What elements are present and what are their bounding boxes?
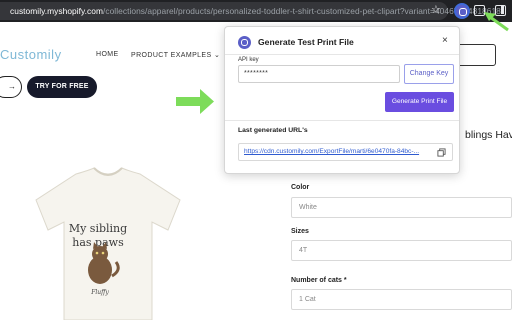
arrow-button[interactable]: →: [0, 76, 22, 98]
product-image: My sibling has paws Fluffy: [35, 167, 181, 320]
address-bar[interactable]: customily.myshopify.com/collections/appa…: [0, 2, 501, 20]
cats-label: Number of cats *: [291, 277, 347, 284]
green-arrow-left: [176, 89, 214, 114]
divider: [225, 120, 459, 121]
divider: [225, 54, 459, 55]
nav-home[interactable]: HOME: [96, 51, 119, 58]
customily-extension-icon[interactable]: [454, 3, 470, 19]
address-bar-text: customily.myshopify.com/collections/appa…: [10, 6, 501, 16]
close-icon[interactable]: ×: [442, 35, 448, 46]
chevron-down-icon: ⌄: [213, 52, 221, 59]
last-generated-label: Last generated URL's: [238, 127, 308, 134]
puzzle-icon[interactable]: [474, 5, 485, 16]
api-key-input[interactable]: ********: [238, 65, 400, 83]
generate-print-file-button[interactable]: Generate Print File: [385, 92, 454, 112]
store-logo[interactable]: Customily: [0, 47, 62, 62]
last-url-box: https://cdn.customily.com/ExportFile/mar…: [238, 143, 453, 161]
sizes-select[interactable]: 4T: [291, 240, 512, 261]
change-key-button[interactable]: Change Key: [404, 64, 454, 84]
browser-toolbar: customily.myshopify.com/collections/appa…: [0, 0, 512, 22]
search-field[interactable]: [454, 44, 496, 66]
color-label: Color: [291, 184, 310, 191]
side-panel-icon[interactable]: [495, 5, 506, 16]
shirt-text-line1: My sibling: [69, 222, 127, 235]
last-generated-url-link[interactable]: https://cdn.customily.com/ExportFile/mar…: [244, 148, 430, 155]
copy-icon[interactable]: [437, 148, 446, 157]
product-title: blings Have: [465, 129, 512, 141]
cats-select[interactable]: 1 Cat: [291, 289, 512, 310]
shirt-pet-name: Fluffy: [90, 289, 109, 296]
extension-popup: Generate Test Print File × API key *****…: [224, 26, 460, 174]
nav-product-examples[interactable]: PRODUCT EXAMPLES ⌄: [131, 51, 220, 59]
sizes-label: Sizes: [291, 228, 309, 235]
customily-logo-icon: [238, 36, 251, 49]
color-select[interactable]: White: [291, 197, 512, 218]
popup-title: Generate Test Print File: [258, 37, 354, 47]
star-icon[interactable]: ☆: [431, 3, 441, 16]
api-key-label: API key: [238, 57, 259, 63]
try-for-free-button[interactable]: TRY FOR FREE: [27, 76, 97, 98]
